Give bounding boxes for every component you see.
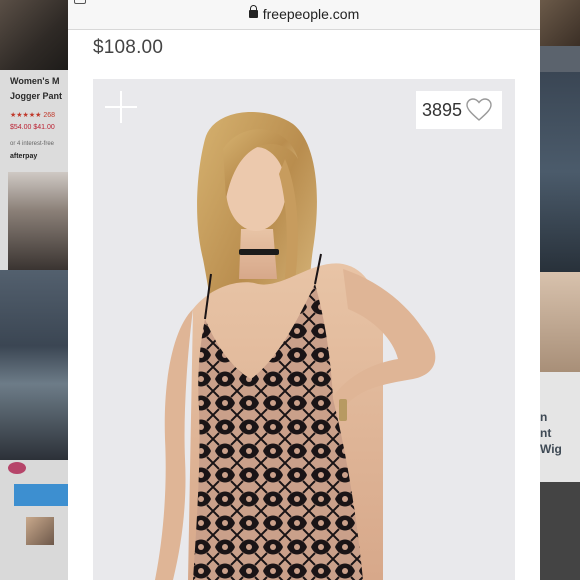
background-page-right: n nt Wig bbox=[540, 0, 580, 580]
background-model-photo bbox=[8, 172, 68, 270]
product-price: $108.00 bbox=[93, 37, 164, 58]
background-photo bbox=[0, 0, 68, 70]
background-text-right-3: Wig bbox=[540, 442, 562, 456]
background-text-right-1: n bbox=[540, 410, 548, 424]
background-skin-photo-right bbox=[540, 272, 580, 372]
background-text-right-2: nt bbox=[540, 426, 552, 440]
favorite-button[interactable]: 3895 bbox=[416, 91, 502, 129]
background-price: $54.00 $41.00 bbox=[10, 124, 55, 131]
background-product-title: Women's M bbox=[10, 76, 60, 86]
background-bottom-right bbox=[540, 482, 580, 580]
mobile-browser-page: freepeople.com $108.00 3895 bbox=[68, 0, 540, 580]
product-image[interactable]: 3895 bbox=[93, 79, 515, 580]
background-afterpay: afterpay bbox=[10, 153, 38, 160]
plus-icon[interactable] bbox=[105, 91, 137, 123]
background-landscape-right bbox=[540, 72, 580, 272]
url-text: freepeople.com bbox=[262, 6, 360, 22]
background-installments: or 4 interest-free bbox=[10, 141, 55, 147]
background-product-title-2: Jogger Pant bbox=[10, 91, 63, 101]
background-rating: ★★★★★ 268 bbox=[10, 112, 56, 119]
address-bar[interactable]: freepeople.com bbox=[68, 0, 540, 30]
background-band-right bbox=[540, 46, 580, 72]
background-thumbnail bbox=[26, 517, 54, 545]
lock-icon bbox=[248, 5, 258, 18]
background-button bbox=[14, 484, 68, 506]
background-page-left: Women's M Jogger Pant ★★★★★ 268 $54.00 $… bbox=[0, 0, 68, 580]
background-avatar bbox=[8, 462, 26, 474]
model-photo bbox=[155, 112, 436, 580]
url-display[interactable]: freepeople.com bbox=[68, 5, 540, 22]
background-photo-right bbox=[540, 0, 580, 46]
heart-outline-icon[interactable] bbox=[466, 98, 492, 122]
favorite-count: 3895 bbox=[422, 99, 463, 120]
background-landscape-photo bbox=[0, 270, 68, 460]
tabs-icon[interactable] bbox=[74, 0, 86, 4]
